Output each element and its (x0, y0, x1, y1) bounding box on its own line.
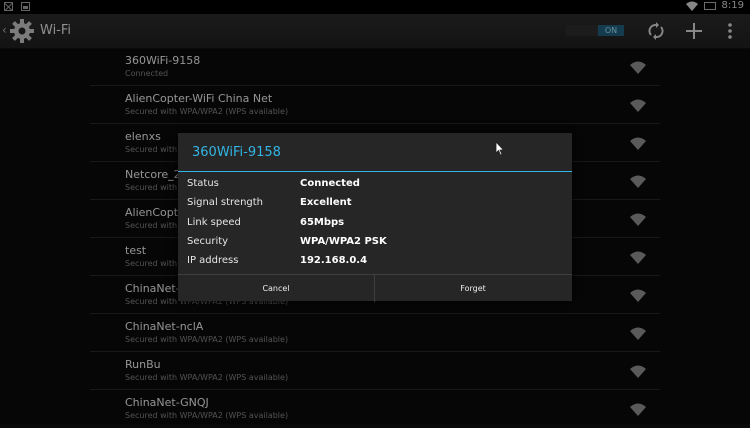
dialog-title-divider (178, 171, 572, 172)
detail-value: WPA/WPA2 PSK (300, 236, 387, 247)
detail-label: IP address (187, 255, 239, 266)
detail-value: 65Mbps (300, 217, 345, 228)
detail-row-signal-strength: Signal strength Excellent (187, 197, 567, 215)
network-details-dialog: 360WiFi-9158 Status Connected Signal str… (178, 133, 572, 302)
detail-row-status: Status Connected (187, 178, 567, 196)
forget-button[interactable]: Forget (375, 275, 571, 302)
detail-row-security: Security WPA/WPA2 PSK (187, 236, 567, 254)
detail-value: Excellent (300, 197, 352, 208)
detail-label: Status (187, 178, 219, 189)
detail-row-link-speed: Link speed 65Mbps (187, 217, 567, 235)
detail-row-ip-address: IP address 192.168.0.4 (187, 255, 567, 273)
detail-label: Link speed (187, 217, 241, 228)
mouse-cursor-icon (495, 141, 505, 156)
detail-label: Security (187, 236, 229, 247)
detail-label: Signal strength (187, 197, 264, 208)
cancel-button[interactable]: Cancel (178, 275, 375, 302)
detail-value: Connected (300, 178, 360, 189)
dialog-button-bar: Cancel Forget (178, 274, 572, 302)
detail-value: 192.168.0.4 (300, 255, 368, 266)
dialog-title: 360WiFi-9158 (192, 145, 281, 160)
